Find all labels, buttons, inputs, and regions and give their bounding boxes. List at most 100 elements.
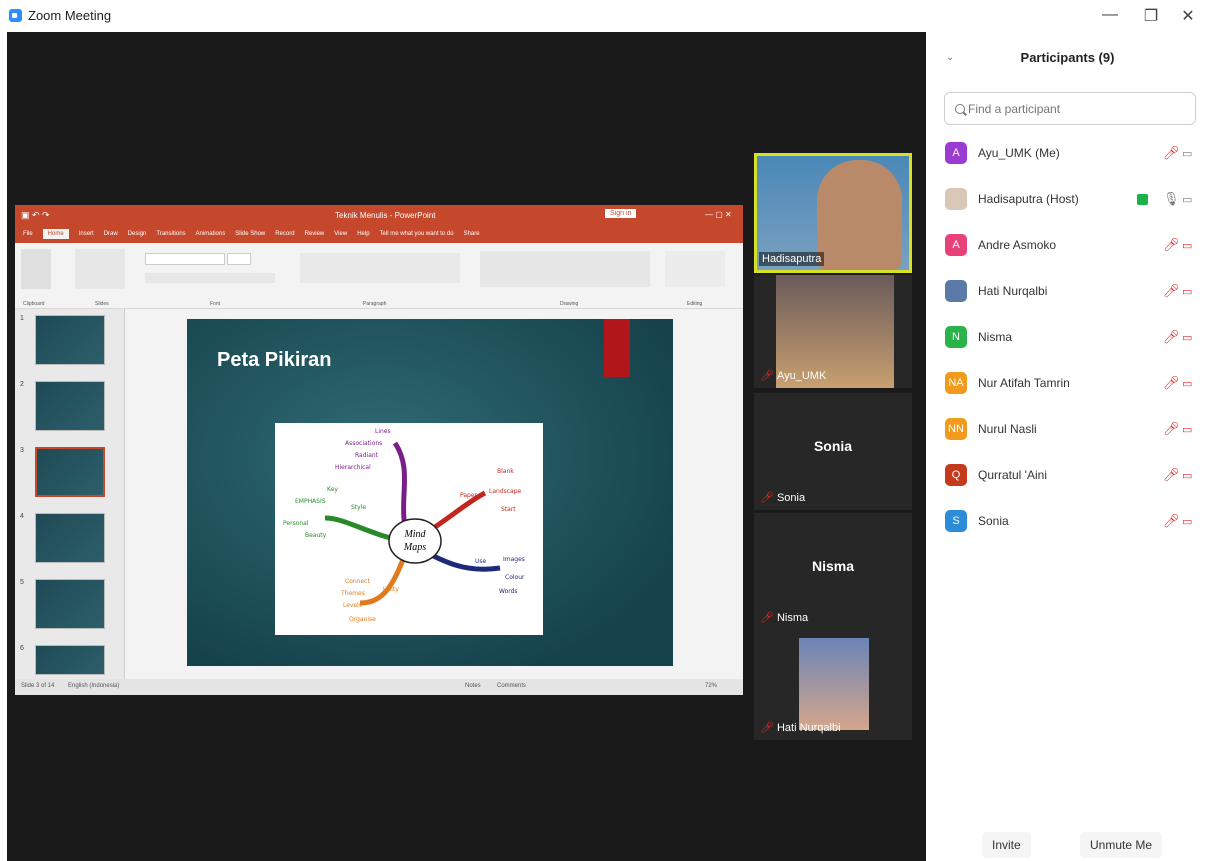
ppt-tab[interactable]: Record	[275, 231, 294, 237]
group-paragraph: Paragraph	[363, 301, 387, 307]
invite-button[interactable]: Invite	[982, 832, 1031, 858]
font-name-select[interactable]	[145, 253, 225, 265]
video-tile-hadisaputra[interactable]: Hadisaputra	[754, 153, 912, 273]
slide-thumbnail-selected[interactable]	[35, 447, 105, 497]
video-tile-nisma[interactable]: Nisma 🎤︎ Nisma	[754, 513, 912, 630]
search-input[interactable]	[968, 101, 1188, 116]
participant-row[interactable]: S Sonia 🎤︎ ▭	[930, 498, 1205, 544]
tile-name: 🎤︎ Hati Nurqalbi	[760, 722, 841, 734]
close-button[interactable]: ✕	[1178, 6, 1198, 26]
avatar: NN	[945, 418, 967, 440]
svg-text:Maps: Maps	[403, 542, 426, 553]
ppt-tab[interactable]: Help	[357, 231, 369, 237]
participant-row[interactable]: A Andre Asmoko 🎤︎ ▭	[930, 222, 1205, 268]
ppt-tab[interactable]: File	[23, 231, 33, 237]
unmute-me-button[interactable]: Unmute Me	[1080, 832, 1163, 858]
tile-name: 🎤︎ Nisma	[760, 612, 809, 624]
video-off-icon: ▭	[1182, 469, 1193, 482]
participants-title: Participants (9)	[1020, 50, 1115, 65]
muted-mic-icon: 🎤︎	[760, 492, 774, 504]
participant-row[interactable]: NA Nur Atifah Tamrin 🎤︎ ▭	[930, 360, 1205, 406]
group-clipboard: Clipboard	[23, 301, 45, 307]
mind-map-drawing: Mind Maps Lines Associations Radiant Hierar…	[283, 428, 525, 623]
svg-text:Connect: Connect	[345, 578, 370, 585]
video-tile-hati[interactable]: 🎤︎ Hati Nurqalbi	[754, 630, 912, 740]
ppt-tab[interactable]: Tell me what you want to do	[380, 231, 454, 237]
muted-mic-icon: 🎤︎	[1163, 329, 1180, 344]
ppt-tab[interactable]: Animations	[196, 231, 226, 237]
screen-share-icon	[1137, 193, 1148, 205]
slide-thumbnail[interactable]	[35, 645, 105, 675]
participant-search[interactable]	[944, 92, 1196, 125]
svg-text:Hierarchical: Hierarchical	[335, 464, 371, 471]
powerpoint-window[interactable]: ▣ ↶ ↷ Teknik Menulis - PowerPoint Sign i…	[15, 205, 743, 695]
group-font: Font	[210, 301, 221, 307]
participant-row[interactable]: A Ayu_UMK (Me) 🎤︎ ▭	[930, 130, 1205, 176]
video-off-icon: ▭	[1182, 377, 1193, 390]
ppt-tab[interactable]: Slide Show	[235, 231, 265, 237]
language-status[interactable]: English (Indonesia)	[68, 683, 119, 689]
participant-row[interactable]: Hati Nurqalbi 🎤︎ ▭	[930, 268, 1205, 314]
restore-button[interactable]: ❐	[1141, 6, 1161, 26]
mind-map-image: Mind Maps Lines Associations Radiant Hierar…	[275, 423, 543, 635]
minimize-button[interactable]: —	[1100, 6, 1120, 24]
participant-row[interactable]: NN Nurul Nasli 🎤︎ ▭	[930, 406, 1205, 452]
font-size-select[interactable]	[227, 253, 251, 265]
avatar: A	[945, 234, 967, 256]
ppt-tab[interactable]: Review	[305, 231, 325, 237]
video-off-icon: ▭	[1182, 285, 1193, 298]
ppt-tab[interactable]: Home	[42, 229, 69, 239]
zoom-logo-icon	[9, 9, 22, 22]
comments-button[interactable]: Comments	[497, 683, 526, 689]
video-tile-ayu[interactable]: 🎤︎ Ayu_UMK	[754, 275, 912, 388]
participant-name: Andre Asmoko	[978, 238, 1057, 252]
ppt-tab[interactable]: Transitions	[156, 231, 185, 237]
ppt-status-bar: Slide 3 of 14 English (Indonesia) Notes …	[15, 679, 743, 695]
slide-thumbnails[interactable]: 1 2 3 4 5 6	[15, 309, 125, 679]
participant-row[interactable]: Q Qurratul 'Aini 🎤︎ ▭	[930, 452, 1205, 498]
slide-thumbnail[interactable]	[35, 579, 105, 629]
muted-mic-icon: 🎤︎	[1163, 513, 1180, 528]
tile-big-name: Sonia	[813, 438, 853, 454]
video-icon: ▭	[1182, 147, 1193, 160]
ppt-tab[interactable]: View	[334, 231, 347, 237]
participant-name: Sonia	[978, 514, 1009, 528]
svg-text:Key: Key	[327, 486, 338, 493]
profile-picture	[799, 638, 869, 730]
svg-text:Words: Words	[499, 588, 518, 595]
participant-row[interactable]: Hadisaputra (Host) 🎙︎ ▭	[930, 176, 1205, 222]
ppt-tab[interactable]: Design	[128, 231, 147, 237]
slide-thumbnail[interactable]	[35, 513, 105, 563]
svg-text:EMPHASIS: EMPHASIS	[295, 498, 326, 505]
slide-thumbnail[interactable]	[35, 381, 105, 431]
ppt-sign-in-button[interactable]: Sign in	[605, 209, 637, 218]
slide-title: Peta Pikiran	[217, 349, 332, 371]
tile-name: 🎤︎ Sonia	[760, 492, 806, 504]
ppt-window-controls-icon[interactable]: — ▢ ✕	[705, 210, 732, 219]
slide-number: 3	[20, 447, 24, 454]
svg-text:Beauty: Beauty	[305, 532, 327, 539]
tile-big-name: Nisma	[811, 558, 855, 574]
video-tile-sonia[interactable]: Sonia 🎤︎ Sonia	[754, 393, 912, 510]
paste-icon[interactable]	[21, 249, 51, 289]
muted-mic-icon: 🎤︎	[1163, 237, 1180, 252]
video-off-icon: ▭	[1182, 423, 1193, 436]
video-feed	[817, 160, 902, 270]
drawing-shapes-gallery[interactable]	[480, 251, 650, 287]
video-icon: ▭	[1182, 193, 1193, 206]
ppt-tab[interactable]: Draw	[104, 231, 118, 237]
participant-row[interactable]: N Nisma 🎤︎ ▭	[930, 314, 1205, 360]
slide-thumbnail[interactable]	[35, 315, 105, 365]
editing-buttons[interactable]	[665, 251, 725, 287]
zoom-level[interactable]: 72%	[705, 683, 717, 689]
font-format-buttons[interactable]	[145, 273, 275, 283]
notes-button[interactable]: Notes	[465, 683, 481, 689]
new-slide-icon[interactable]	[75, 249, 125, 289]
paragraph-buttons[interactable]	[300, 253, 460, 283]
ppt-tab[interactable]: Share	[464, 231, 480, 237]
current-slide[interactable]: Peta Pikiran Mind Maps Lines Associations…	[187, 319, 673, 666]
participant-name: Hadisaputra (Host)	[978, 192, 1079, 206]
svg-text:Blank: Blank	[497, 468, 514, 475]
participant-name: Nisma	[978, 330, 1013, 344]
ppt-tab[interactable]: Insert	[79, 231, 94, 237]
